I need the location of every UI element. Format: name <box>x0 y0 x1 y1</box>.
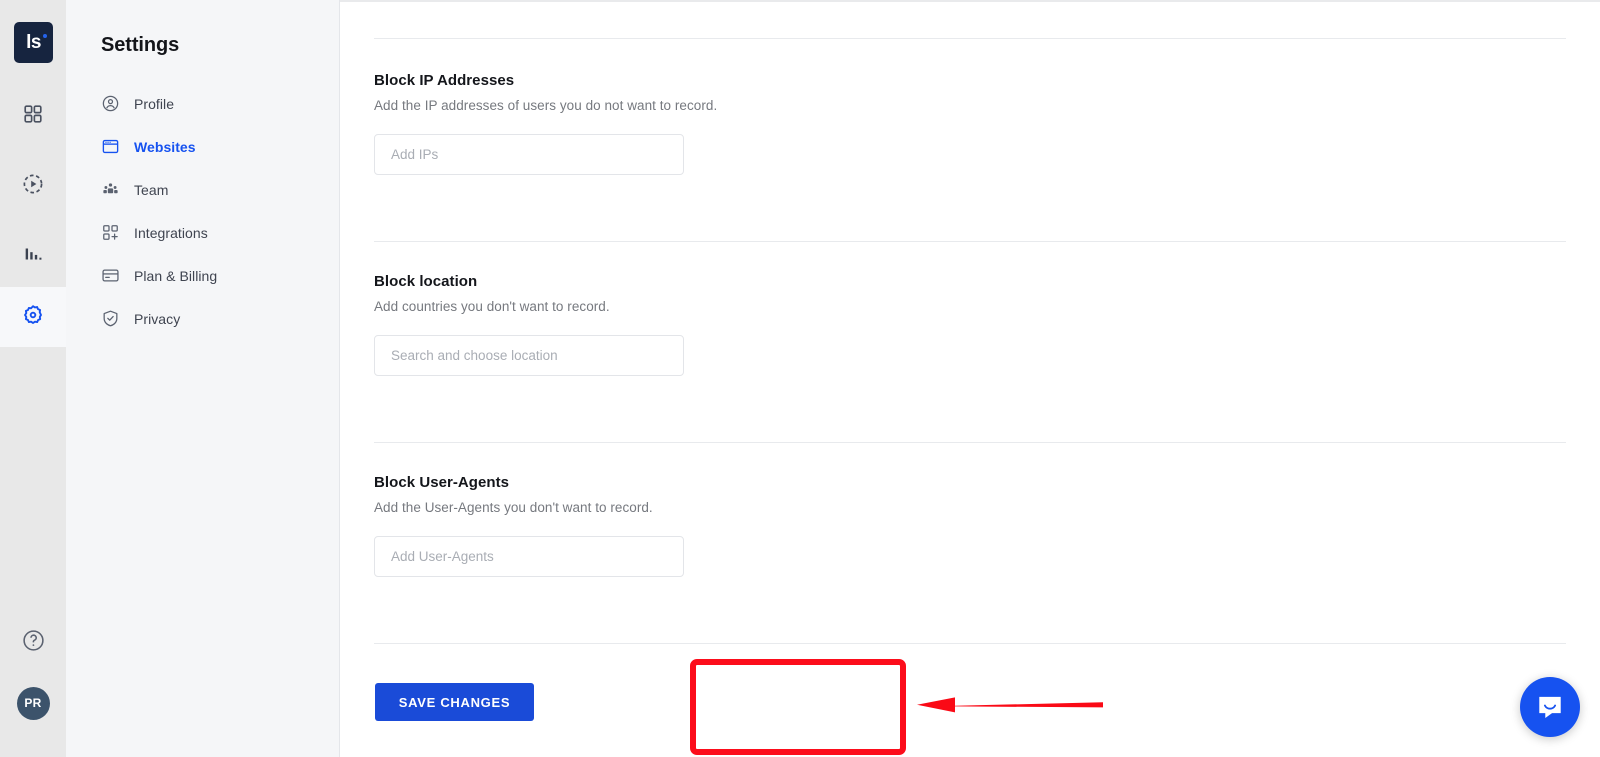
settings-nav: Profile Websites Team Integrations Plan … <box>66 82 340 340</box>
app-root: ls PR Settings Profile Websites Team Int… <box>0 0 1600 757</box>
rail-item-analytics[interactable] <box>0 226 66 286</box>
divider-2 <box>374 442 1566 443</box>
section-block-user-agents: Block User-Agents Add the User-Agents yo… <box>374 474 684 577</box>
integrations-icon <box>101 223 120 242</box>
logo-dot <box>42 34 47 38</box>
rail-item-settings[interactable] <box>0 287 66 347</box>
main-content: Block IP Addresses Add the IP addresses … <box>340 0 1600 757</box>
section-description: Add countries you don't want to record. <box>374 299 610 314</box>
section-description: Add the User-Agents you don't want to re… <box>374 500 653 515</box>
websites-icon <box>101 137 120 156</box>
block-user-agents-input[interactable] <box>374 536 684 577</box>
logo-text: ls <box>26 33 47 52</box>
sidebar-item-label: Profile <box>134 95 175 112</box>
sidebar-item-team[interactable]: Team <box>66 168 340 211</box>
avatar[interactable]: PR <box>0 685 66 721</box>
annotation-arrow <box>915 690 1103 720</box>
rail-item-recordings[interactable] <box>0 156 66 216</box>
gear-icon <box>21 303 45 332</box>
help-icon <box>21 628 46 658</box>
icon-rail: ls PR <box>0 0 66 757</box>
sidebar-item-plan-billing[interactable]: Plan & Billing <box>66 254 340 297</box>
section-description: Add the IP addresses of users you do not… <box>374 98 718 113</box>
sidebar-item-websites[interactable]: Websites <box>66 125 340 168</box>
sidebar-item-label: Privacy <box>134 310 181 327</box>
divider-3 <box>374 643 1566 644</box>
section-title: Block User-Agents <box>374 474 510 491</box>
page-title: Settings <box>101 34 180 56</box>
billing-icon <box>101 266 120 285</box>
divider-1 <box>374 241 1566 242</box>
intercom-launcher[interactable] <box>1520 677 1580 737</box>
rail-item-help[interactable] <box>0 622 66 664</box>
recordings-icon <box>21 172 45 201</box>
sidebar-item-label: Plan & Billing <box>134 267 218 284</box>
privacy-icon <box>101 309 120 328</box>
sidebar-item-label: Websites <box>134 138 196 155</box>
block-ip-input[interactable] <box>374 134 684 175</box>
logo-mark[interactable]: ls <box>14 22 53 63</box>
divider-top <box>374 38 1566 39</box>
sidebar-item-label: Team <box>134 181 169 198</box>
sidebar-item-profile[interactable]: Profile <box>66 82 340 125</box>
section-block-location: Block location Add countries you don't w… <box>374 273 684 376</box>
sidebar-item-integrations[interactable]: Integrations <box>66 211 340 254</box>
profile-icon <box>101 94 120 113</box>
team-icon <box>101 180 120 199</box>
section-title: Block IP Addresses <box>374 72 515 89</box>
save-changes-button[interactable]: SAVE CHANGES <box>375 683 534 721</box>
section-title: Block location <box>374 273 478 290</box>
analytics-icon <box>22 243 44 270</box>
section-block-ip-addresses: Block IP Addresses Add the IP addresses … <box>374 72 717 175</box>
avatar-initials: PR <box>16 686 50 720</box>
settings-sidebar: Settings Profile Websites Team Integrati… <box>66 0 340 757</box>
dashboard-icon <box>22 103 44 130</box>
annotation-highlight-box <box>690 659 906 755</box>
sidebar-item-privacy[interactable]: Privacy <box>66 297 340 340</box>
rail-item-dashboard[interactable] <box>0 86 66 146</box>
sidebar-item-label: Integrations <box>134 224 208 241</box>
block-location-input[interactable] <box>374 335 684 376</box>
